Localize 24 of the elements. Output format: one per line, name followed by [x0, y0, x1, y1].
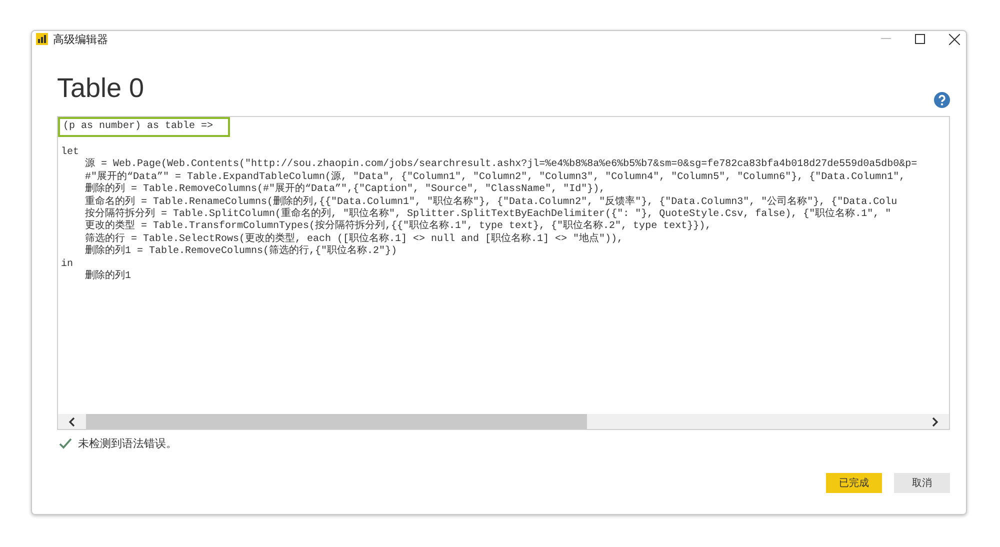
code-line: 按分隔符拆分列 = Table.SplitColumn(重命名的列, "职位名称", Splitter.SplitTextByEachDelimiter({": "}, QuoteStyle.Csv, false), {"职位名称.1", " — [84, 209, 892, 220]
code-line: 源 = Web.Page(Web.Contents("http://sou.zhaopin.com/jobs/searchresult.ashx?jl=%e4%b8%8a%e6%b5%b7&sm=0&sg=fe782ca83bfa4b018d27de559d0a5db0&p= — [84, 159, 918, 171]
cancel-button[interactable]: 取消 — [894, 473, 950, 493]
status-message: 未检测到语法错误。 — [78, 436, 177, 451]
code-line: 删除的列 = Table.RemoveColumns(#"展开的“Data”",{"Caption", "Source", "ClassName", "Id"}), — [84, 184, 606, 196]
code-line: 更改的类型 = Table.TransformColumnTypes(按分隔符拆分列,{{"职位名称.1", type text}, {"职位名称.2", type text}}), — [84, 221, 712, 232]
code-line: let — [60, 147, 80, 160]
code-line: 删除的列1 = Table.RemoveColumns(筛选的行,{"职位名称.2"}) — [84, 246, 398, 259]
maximize-icon[interactable] — [915, 34, 925, 44]
code-line: 删除的列1 — [84, 271, 132, 284]
checkmark-icon — [59, 438, 72, 449]
code-line: in — [60, 258, 74, 272]
bar-chart-icon — [36, 33, 48, 45]
code-editor[interactable] — [57, 116, 950, 430]
done-button[interactable]: 已完成 — [826, 473, 882, 493]
help-icon[interactable] — [934, 92, 950, 108]
window-title: 高级编辑器 — [53, 32, 108, 46]
code-line: 重命名的列 = Table.RenameColumns(删除的列,{{"Data.Column1", "职位名称"}, {"Data.Column2", "反馈率"}, {"Data.Column3", "公司名称"}, {"Data.Colu — [84, 196, 898, 208]
code-line: 筛选的行 = Table.SelectRows(更改的类型, each ([职位名称.1] <> null and [职位名称.1] <> "地点")), — [84, 234, 624, 245]
scrollbar-thumb[interactable] — [86, 414, 587, 429]
query-heading: Table 0 — [57, 73, 144, 104]
function-signature: (p as number) as table => — [58, 117, 230, 137]
code-line: #"展开的“Data”" = Table.ExpandTableColumn(源, "Data", {"Column1", "Column2", "Column3", "Column4", "Column5", "Column6"}, {"Data.Column1", — [84, 172, 906, 183]
close-icon[interactable] — [949, 34, 960, 44]
